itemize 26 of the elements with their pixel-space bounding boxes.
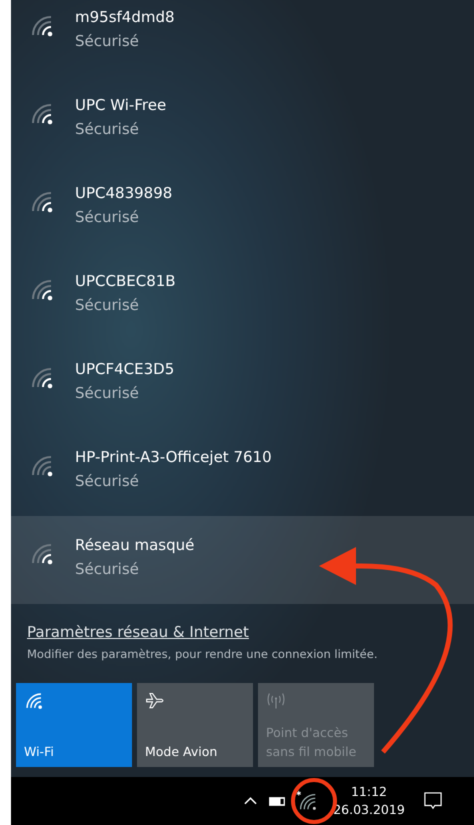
network-status: Sécurisé	[75, 383, 140, 404]
network-item[interactable]: UPCF4CE3D5 Sécurisé	[11, 340, 474, 428]
settings-link[interactable]: Paramètres réseau & Internet	[27, 620, 249, 644]
network-name: UPC4839898	[75, 183, 172, 204]
settings-description: Modifier des paramètres, pour rendre une connexion limitée.	[27, 646, 378, 663]
network-status: Sécurisé	[75, 207, 140, 228]
network-name: Réseau masqué	[75, 535, 194, 556]
network-name: UPC Wi-Free	[75, 95, 166, 116]
network-status: Sécurisé	[75, 471, 140, 492]
network-item[interactable]: UPCCBEC81B Sécurisé	[11, 252, 474, 340]
network-name: UPCF4CE3D5	[75, 359, 174, 380]
network-item[interactable]: HP-Print-A3-Officejet 7610 Sécurisé	[11, 428, 474, 516]
network-name: m95sf4dmd8	[75, 7, 175, 28]
network-item[interactable]: UPC4839898 Sécurisé	[11, 164, 474, 252]
clock[interactable]: 11:12 26.03.2019	[326, 783, 412, 819]
quick-action-tile[interactable]: Mode Avion	[137, 683, 253, 767]
network-status: Sécurisé	[75, 295, 140, 316]
network-item[interactable]: m95sf4dmd8 Sécurisé	[11, 0, 474, 76]
network-status: Sécurisé	[75, 31, 140, 52]
quick-action-tile[interactable]: Wi-Fi	[16, 683, 132, 767]
network-item[interactable]: Réseau masqué Sécurisé	[11, 516, 474, 604]
network-name: UPCCBEC81B	[75, 271, 176, 292]
network-name: HP-Print-A3-Officejet 7610	[75, 447, 272, 468]
network-item[interactable]: UPC Wi-Free Sécurisé	[11, 76, 474, 164]
network-status: Sécurisé	[75, 119, 140, 140]
network-status: Sécurisé	[75, 559, 140, 580]
